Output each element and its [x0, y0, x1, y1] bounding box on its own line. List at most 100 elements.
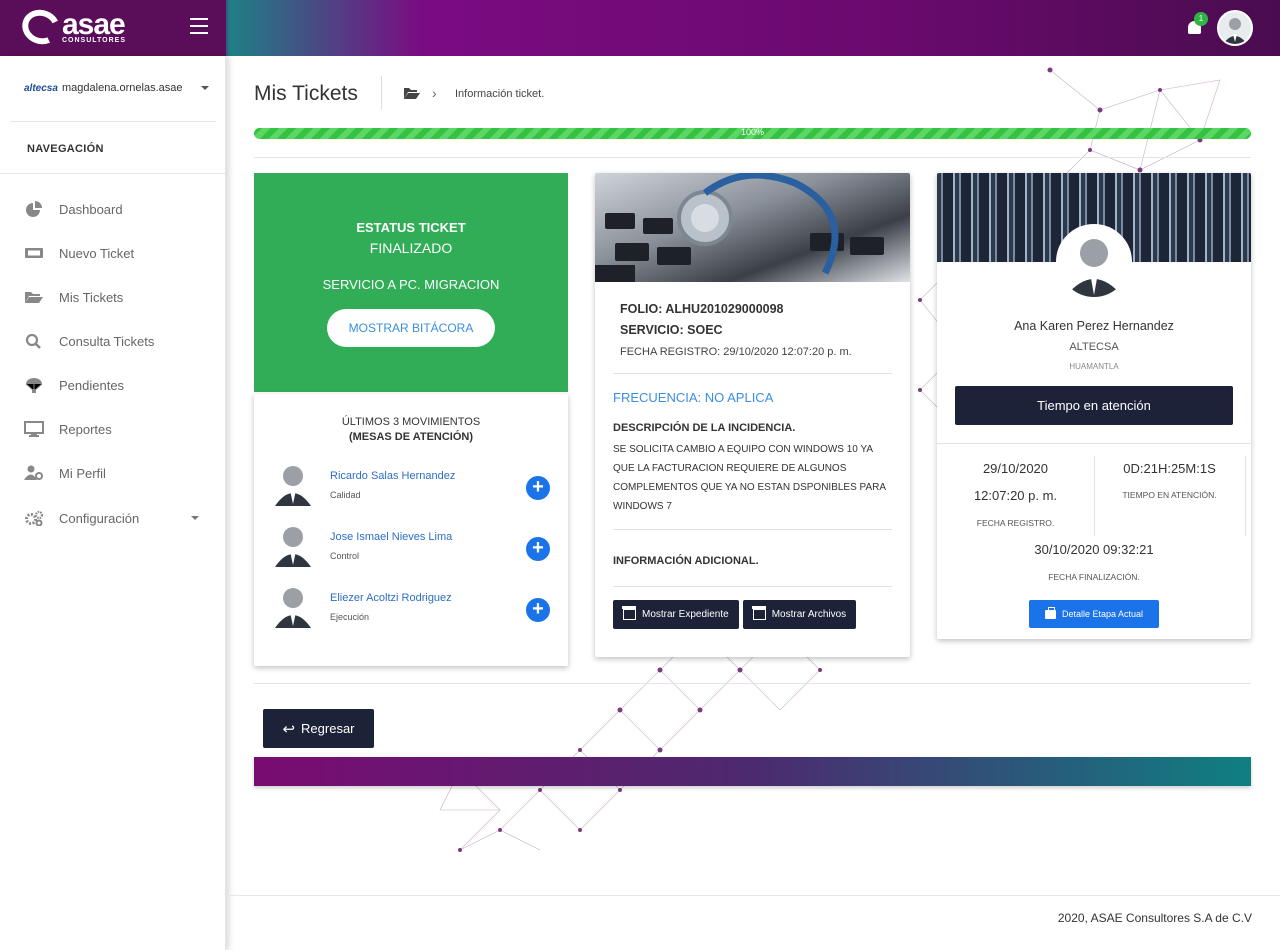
service-name: SERVICIO A PC. MIGRACION: [322, 277, 500, 292]
avatar: [275, 527, 311, 567]
mover-name[interactable]: Jose Ismael Nieves Lima: [330, 531, 452, 543]
user-dropdown[interactable]: altecsa magdalena.ornelas.asae: [24, 82, 209, 94]
sidebar-item-dashboard[interactable]: Dashboard: [24, 201, 199, 217]
plus-circle-icon[interactable]: +: [526, 537, 550, 561]
sidebar-item-mi-perfil[interactable]: Mi Perfil: [24, 465, 199, 481]
description-text: SE SOLICITA CAMBIO A EQUIPO CON WINDOWS …: [613, 444, 886, 512]
search-icon: [24, 333, 44, 349]
folder-open-icon[interactable]: [404, 87, 420, 99]
plus-circle-icon[interactable]: +: [526, 476, 550, 500]
divider: [0, 173, 226, 174]
monitor-icon: [24, 421, 44, 437]
avatar: [275, 466, 311, 506]
user-avatar[interactable]: [1217, 10, 1253, 46]
sidebar-item-configuracion[interactable]: Configuración: [24, 510, 199, 527]
movements-card: ÚLTIMOS 3 MOVIMIENTOS (MESAS DE ATENCIÓN…: [254, 394, 568, 666]
registration-time: 12:07:20 p. m.: [973, 488, 1058, 503]
ticket-service: SERVICIO: SOEC: [620, 323, 723, 337]
list-item: Jose Ismael Nieves Lima Control +: [274, 523, 554, 567]
top-navbar: asae CONSULTORES 1: [0, 0, 1280, 56]
notification-count-badge: 1: [1194, 12, 1208, 26]
chevron-down-icon: [201, 86, 209, 90]
sidebar-username: magdalena.ornelas.asae: [62, 82, 183, 94]
agent-name: Ana Karen Perez Hernandez: [1014, 319, 1174, 333]
divider: [381, 76, 382, 110]
mover-name[interactable]: Ricardo Salas Hernandez: [330, 470, 455, 482]
agent-company: ALTECSA: [1069, 341, 1119, 353]
additional-info-heading: INFORMACIÓN ADICIONAL.: [613, 555, 759, 567]
divider: [254, 683, 1251, 684]
notification-bell-icon[interactable]: 1: [1186, 12, 1208, 36]
breadcrumb: Información ticket.: [455, 88, 545, 100]
divider: [613, 586, 892, 587]
divider: [613, 373, 892, 374]
divider: [1245, 456, 1246, 536]
attention-time-button[interactable]: Tiempo en atención: [955, 386, 1233, 425]
folder-open-icon: [24, 289, 44, 305]
end-datetime: 30/10/2020 09:32:21: [1034, 542, 1154, 557]
asae-logo[interactable]: asae CONSULTORES: [17, 4, 127, 50]
registration-date: 29/10/2020: [982, 461, 1049, 476]
agent-location: HUAMANTLA: [1069, 362, 1119, 371]
movements-title: ÚLTIMOS 3 MOVIMIENTOS: [341, 416, 481, 428]
progress-bar: 100%: [254, 127, 1251, 139]
show-file-button[interactable]: Mostrar Expediente: [613, 600, 739, 629]
ticket-icon: [24, 245, 44, 261]
sidebar-item-label: Pendientes: [59, 377, 125, 393]
mover-name[interactable]: Eliezer Acoltzi Rodriguez: [330, 592, 452, 604]
current-stage-detail-button[interactable]: Detalle Etapa Actual: [1029, 600, 1159, 628]
status-title: ESTATUS TICKET: [356, 220, 466, 235]
list-item: Eliezer Acoltzi Rodriguez Ejecución +: [274, 584, 554, 628]
divider: [254, 157, 1251, 158]
sidebar: altecsa magdalena.ornelas.asae NAVEGACIÓ…: [0, 56, 226, 950]
attention-duration-label: TIEMPO EN ATENCIÓN.: [1122, 490, 1217, 500]
sidebar-item-nuevo-ticket[interactable]: Nuevo Ticket: [24, 245, 199, 261]
avatar: [275, 588, 311, 628]
gears-icon: [24, 510, 44, 527]
divider: [937, 443, 1251, 444]
company-logo: altecsa: [24, 82, 58, 94]
ticket-folio: FOLIO: ALHU201029000098: [620, 302, 784, 316]
archive-box-icon: [622, 606, 636, 620]
logo-name: asae: [62, 8, 126, 41]
sidebar-item-reportes[interactable]: Reportes: [24, 421, 199, 437]
logo-subtitle: CONSULTORES: [62, 37, 127, 44]
description-heading: DESCRIPCIÓN DE LA INCIDENCIA.: [613, 422, 796, 434]
nav-heading: NAVEGACIÓN: [27, 143, 104, 155]
registration-date-label: FECHA REGISTRO.: [976, 518, 1055, 528]
sidebar-item-mis-tickets[interactable]: Mis Tickets: [24, 289, 199, 305]
hamburger-menu-icon[interactable]: [190, 18, 208, 34]
sidebar-item-label: Consulta Tickets: [59, 333, 155, 349]
sidebar-item-label: Reportes: [59, 421, 112, 437]
movements-subtitle: (MESAS DE ATENCIÓN): [348, 431, 474, 443]
plus-circle-icon[interactable]: +: [526, 598, 550, 622]
show-log-button[interactable]: MOSTRAR BITÁCORA: [326, 309, 496, 347]
logo-mark: [17, 4, 65, 50]
chevron-down-icon: [191, 516, 199, 520]
chevron-right-icon: ›: [432, 85, 437, 101]
ticket-registration-date: FECHA REGISTRO: 29/10/2020 12:07:20 p. m…: [620, 346, 852, 358]
progress-label: 100%: [740, 127, 765, 137]
page-title: Mis Tickets: [254, 82, 358, 105]
avatar: [1056, 224, 1132, 300]
divider: [613, 529, 892, 530]
back-button[interactable]: ↩ Regresar: [263, 709, 374, 748]
sidebar-item-label: Dashboard: [59, 201, 123, 217]
sidebar-item-consulta-tickets[interactable]: Consulta Tickets: [24, 333, 199, 349]
mover-role: Ejecución: [330, 612, 370, 622]
status-card: ESTATUS TICKET FINALIZADO SERVICIO A PC.…: [254, 173, 568, 392]
pie-chart-icon: [24, 201, 44, 217]
sidebar-item-pendientes[interactable]: Pendientes: [24, 377, 199, 393]
end-datetime-label: FECHA FINALIZACIÓN.: [1048, 572, 1140, 582]
mover-role: Calidad: [330, 490, 361, 500]
list-item: Ricardo Salas Hernandez Calidad +: [274, 462, 554, 506]
mover-role: Control: [330, 551, 360, 561]
ticket-info-card: FOLIO: ALHU201029000098 SERVICIO: SOEC F…: [595, 173, 910, 657]
show-attachments-button[interactable]: Mostrar Archivos: [742, 600, 857, 629]
briefcase-icon: [1044, 606, 1056, 619]
agent-card: Ana Karen Perez Hernandez ALTECSA HUAMAN…: [937, 173, 1251, 639]
gradient-footer-bar: [254, 757, 1251, 786]
sidebar-item-label: Nuevo Ticket: [59, 245, 135, 261]
ticket-frequency: FRECUENCIA: NO APLICA: [613, 390, 774, 405]
copyright: 2020, ASAE Consultores S.A de C.V: [1057, 911, 1252, 925]
